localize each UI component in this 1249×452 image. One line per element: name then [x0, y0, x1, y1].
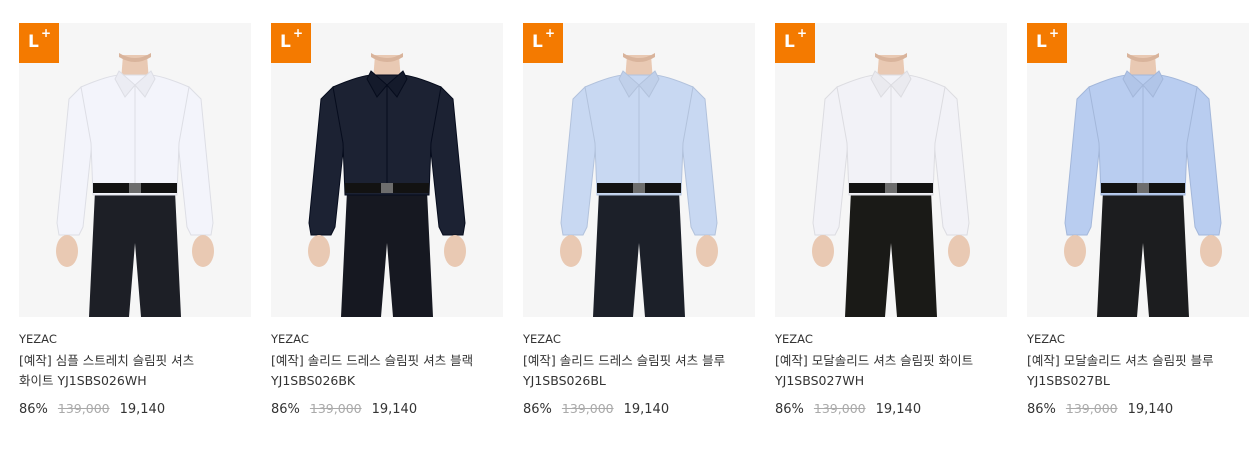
original-price: 139,000	[813, 401, 866, 416]
discount-rate: 86%	[523, 402, 552, 417]
lotte-plus-badge-icon: L +	[1027, 23, 1067, 63]
sale-price: 19,140	[623, 402, 670, 417]
shirt-model-image	[1064, 53, 1222, 317]
discount-rate: 86%	[1027, 402, 1056, 417]
product-brand: YEZAC	[775, 332, 813, 346]
discount-rate: 86%	[19, 402, 48, 417]
product-brand: YEZAC	[271, 332, 309, 346]
product-name[interactable]: [예작] 솔리드 드레스 슬림핏 셔츠 블랙 YJ1SBS026BK	[271, 351, 476, 391]
sale-price: 19,140	[1127, 402, 1174, 417]
price-row: 86% 139,000 19,140	[775, 400, 1007, 419]
product-brand: YEZAC	[1027, 332, 1065, 346]
product-image[interactable]: L +	[271, 23, 503, 317]
product-card[interactable]: L + YEZAC [예작] 모달솔리드 셔츠 슬림핏 블루 YJ1SBS027B…	[1027, 23, 1249, 419]
sale-price: 19,140	[875, 402, 922, 417]
product-card[interactable]: L + YEZAC [예작] 솔리드 드레스 슬림핏 셔츠 블랙 YJ1SBS02…	[271, 23, 503, 419]
product-card[interactable]: L + YEZAC [예작] 솔리드 드레스 슬림핏 셔츠 블루 YJ1SBS02…	[523, 23, 755, 419]
product-card[interactable]: L + YEZAC [예작] 모달솔리드 셔츠 슬림핏 화이트 YJ1SBS027…	[775, 23, 1007, 419]
original-price: 139,000	[57, 401, 110, 416]
sale-price: 19,140	[119, 402, 166, 417]
lotte-plus-badge-icon: L +	[523, 23, 563, 63]
shirt-model-image	[812, 53, 970, 317]
product-image[interactable]: L +	[523, 23, 755, 317]
price-row: 86% 139,000 19,140	[1027, 400, 1249, 419]
discount-rate: 86%	[775, 402, 804, 417]
product-brand: YEZAC	[523, 332, 561, 346]
product-name[interactable]: [예작] 모달솔리드 셔츠 슬림핏 화이트 YJ1SBS027WH	[775, 351, 980, 391]
original-price: 139,000	[561, 401, 614, 416]
product-name[interactable]: [예작] 모달솔리드 셔츠 슬림핏 블루 YJ1SBS027BL	[1027, 351, 1232, 391]
price-row: 86% 139,000 19,140	[19, 400, 251, 419]
product-image[interactable]: L +	[775, 23, 1007, 317]
lotte-plus-badge-icon: L +	[775, 23, 815, 63]
product-grid: L + YEZAC [예작] 심플 스트레치 슬림핏 셔츠 화이트 YJ1SBS0…	[0, 0, 1249, 452]
shirt-model-image	[560, 53, 718, 317]
shirt-model-image	[308, 53, 466, 317]
lotte-plus-badge-icon: L +	[19, 23, 59, 63]
sale-price: 19,140	[371, 402, 418, 417]
original-price: 139,000	[1065, 401, 1118, 416]
shirt-model-image	[56, 53, 214, 317]
product-brand: YEZAC	[19, 332, 57, 346]
original-price: 139,000	[309, 401, 362, 416]
product-image[interactable]: L +	[19, 23, 251, 317]
price-row: 86% 139,000 19,140	[271, 400, 503, 419]
lotte-plus-badge-icon: L +	[271, 23, 311, 63]
product-image[interactable]: L +	[1027, 23, 1249, 317]
product-name[interactable]: [예작] 솔리드 드레스 슬림핏 셔츠 블루 YJ1SBS026BL	[523, 351, 728, 391]
discount-rate: 86%	[271, 402, 300, 417]
price-row: 86% 139,000 19,140	[523, 400, 755, 419]
product-card[interactable]: L + YEZAC [예작] 심플 스트레치 슬림핏 셔츠 화이트 YJ1SBS0…	[19, 23, 251, 419]
product-name[interactable]: [예작] 심플 스트레치 슬림핏 셔츠 화이트 YJ1SBS026WH	[19, 351, 224, 391]
